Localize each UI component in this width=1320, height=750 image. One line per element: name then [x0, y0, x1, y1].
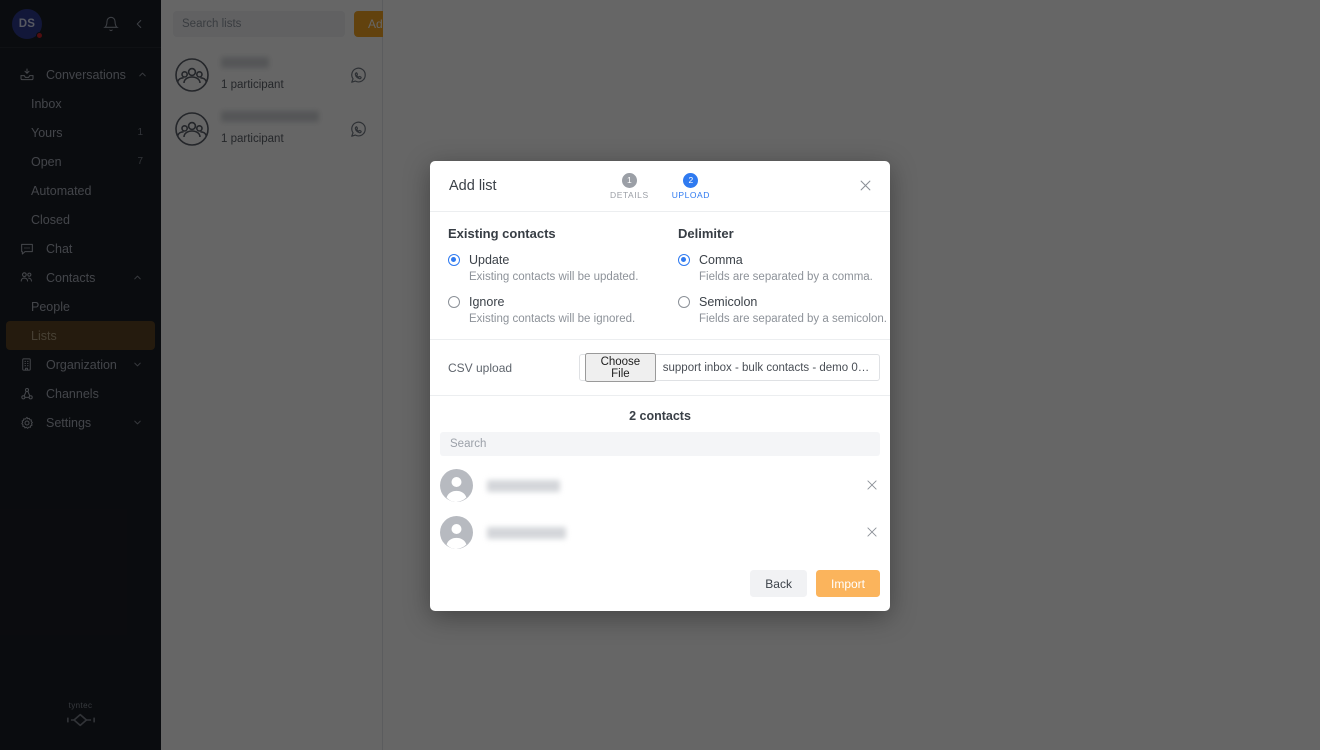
radio-update-indicator[interactable]	[448, 254, 460, 266]
import-button[interactable]: Import	[815, 570, 880, 597]
contact-row[interactable]	[440, 509, 880, 556]
radio-semicolon[interactable]: Semicolon	[678, 295, 890, 309]
existing-contacts-group: Existing contacts Update Existing contac…	[430, 226, 660, 329]
radio-ignore-label: Ignore	[469, 295, 505, 309]
delimiter-group: Delimiter Comma Fields are separated by …	[660, 226, 890, 329]
step-label: UPLOAD	[671, 189, 710, 200]
choose-file-button[interactable]: Choose File	[585, 353, 656, 382]
modal-title: Add list	[449, 178, 497, 194]
radio-ignore[interactable]: Ignore	[448, 295, 660, 309]
step-number: 1	[621, 172, 637, 188]
contacts-count: 2 contacts	[629, 409, 691, 423]
stepper: 1 DETAILS 2 UPLOAD	[430, 172, 890, 200]
close-icon[interactable]	[858, 178, 874, 194]
remove-contact-icon[interactable]	[865, 525, 880, 540]
app-root: DS Conversations	[0, 0, 1320, 750]
radio-update-help: Existing contacts will be updated.	[469, 271, 639, 283]
contact-row[interactable]	[440, 462, 880, 509]
contact-search-wrapper	[430, 432, 890, 456]
radio-semicolon-label: Semicolon	[699, 295, 758, 309]
radio-ignore-help: Existing contacts will be ignored.	[469, 313, 636, 325]
radio-ignore-indicator[interactable]	[448, 296, 460, 308]
step-label: DETAILS	[610, 189, 649, 200]
add-list-modal: Add list 1 DETAILS 2 UPLOAD Existing con…	[430, 161, 890, 611]
back-button[interactable]: Back	[750, 570, 807, 597]
avatar	[440, 469, 473, 502]
avatar	[440, 516, 473, 549]
file-input[interactable]: Choose File support inbox - bulk contact…	[579, 353, 880, 382]
step-details[interactable]: 1 DETAILS	[610, 172, 649, 200]
remove-contact-icon[interactable]	[865, 478, 880, 493]
radio-semicolon-indicator[interactable]	[678, 296, 690, 308]
modal-footer: Back Import	[430, 556, 890, 611]
modal-header: Add list 1 DETAILS 2 UPLOAD	[430, 161, 890, 212]
radio-comma[interactable]: Comma	[678, 253, 890, 267]
radio-semicolon-help: Fields are separated by a semicolon.	[699, 313, 887, 325]
selected-file-name: support inbox - bulk contacts - demo 001…	[662, 361, 874, 374]
step-number: 2	[683, 172, 699, 188]
contacts-list	[430, 456, 890, 556]
csv-upload-section: CSV upload Choose File support inbox - b…	[430, 340, 890, 396]
existing-contacts-heading: Existing contacts	[448, 226, 556, 241]
contact-name-redacted	[487, 479, 560, 492]
contact-name-redacted	[487, 526, 566, 539]
radio-comma-label: Comma	[699, 253, 743, 267]
delimiter-heading: Delimiter	[678, 226, 734, 241]
radio-comma-help: Fields are separated by a comma.	[699, 271, 873, 283]
radio-update-label: Update	[469, 253, 510, 267]
options-section: Existing contacts Update Existing contac…	[430, 212, 890, 340]
radio-comma-indicator[interactable]	[678, 254, 690, 266]
step-upload[interactable]: 2 UPLOAD	[671, 172, 710, 200]
csv-upload-label: CSV upload	[448, 360, 513, 375]
radio-update[interactable]: Update	[448, 253, 660, 267]
contact-search-input[interactable]	[440, 432, 880, 456]
